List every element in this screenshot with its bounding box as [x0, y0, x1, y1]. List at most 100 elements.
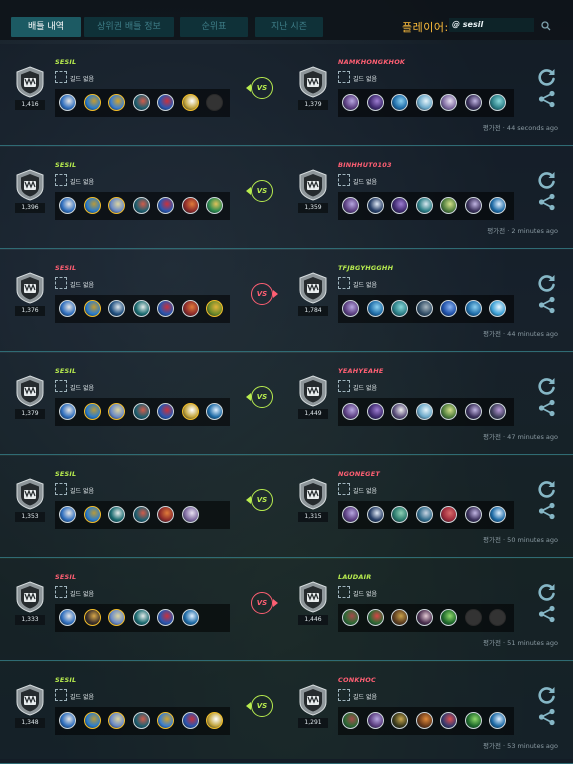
- tab-leaderboard[interactable]: 순위표: [180, 17, 248, 37]
- unit-icon[interactable]: [108, 197, 125, 214]
- unit-icon[interactable]: [206, 712, 223, 729]
- battle-card[interactable]: 1,379 SESIL 길드 없음 VS 1,449 YEAHYEAHE 길드 없음 평가…: [0, 353, 573, 455]
- unit-icon[interactable]: [415, 197, 433, 214]
- unit-icon[interactable]: [108, 403, 125, 420]
- unit-icon[interactable]: [83, 712, 101, 729]
- tab-top-battles[interactable]: 상위권 배틀 정보: [84, 17, 174, 37]
- unit-icon[interactable]: [206, 403, 223, 420]
- unit-icon[interactable]: [366, 94, 384, 111]
- battle-card[interactable]: 1,333 SESIL 길드 없음 VS 1,446 LAUDAIR 길드 없음 평가전 …: [0, 559, 573, 661]
- unit-icon[interactable]: [489, 197, 506, 214]
- unit-icon[interactable]: [181, 300, 199, 317]
- unit-icon[interactable]: [157, 300, 174, 317]
- unit-icon[interactable]: [342, 403, 359, 420]
- unit-icon[interactable]: [391, 300, 408, 317]
- player-name[interactable]: SESIL: [55, 367, 76, 375]
- replay-icon[interactable]: [537, 170, 557, 190]
- unit-icon[interactable]: [440, 712, 457, 729]
- search-icon[interactable]: [538, 18, 554, 34]
- replay-icon[interactable]: [537, 376, 557, 396]
- unit-icon[interactable]: [83, 609, 101, 626]
- player-search-input[interactable]: @ sesil: [449, 18, 534, 32]
- unit-icon[interactable]: [440, 506, 457, 523]
- unit-icon[interactable]: [83, 197, 101, 214]
- unit-icon[interactable]: [59, 712, 76, 729]
- unit-icon[interactable]: [440, 609, 457, 626]
- battle-card[interactable]: 1,348 SESIL 길드 없음 VS 1,291 CONKHOC 길드 없음 평가전 …: [0, 662, 573, 764]
- unit-icon[interactable]: [464, 197, 482, 214]
- unit-icon[interactable]: [59, 506, 76, 523]
- unit-icon[interactable]: [342, 506, 359, 523]
- unit-icon[interactable]: [366, 609, 384, 626]
- empty-slot-icon[interactable]: [489, 609, 506, 626]
- unit-icon[interactable]: [464, 300, 482, 317]
- unit-icon[interactable]: [440, 300, 457, 317]
- battle-card[interactable]: 1,416 SESIL 길드 없음 VS 1,379 NAMKHONGKHOK 길드 없음…: [0, 44, 573, 146]
- opponent-name[interactable]: LAUDAIR: [338, 573, 371, 581]
- share-icon[interactable]: [537, 192, 557, 212]
- unit-icon[interactable]: [489, 403, 506, 420]
- battle-card[interactable]: 1,396 SESIL 길드 없음 VS 1,359 BINHHUT0103 길드 없음 …: [0, 147, 573, 249]
- unit-icon[interactable]: [366, 300, 384, 317]
- replay-icon[interactable]: [537, 67, 557, 87]
- unit-icon[interactable]: [342, 300, 359, 317]
- player-name[interactable]: SESIL: [55, 58, 76, 66]
- unit-icon[interactable]: [181, 197, 199, 214]
- unit-icon[interactable]: [391, 712, 408, 729]
- unit-icon[interactable]: [415, 609, 433, 626]
- unit-icon[interactable]: [415, 712, 433, 729]
- unit-icon[interactable]: [415, 403, 433, 420]
- replay-icon[interactable]: [537, 273, 557, 293]
- opponent-name[interactable]: NAMKHONGKHOK: [338, 58, 405, 66]
- unit-icon[interactable]: [366, 403, 384, 420]
- unit-icon[interactable]: [108, 506, 125, 523]
- empty-slot-icon[interactable]: [464, 609, 482, 626]
- unit-icon[interactable]: [206, 197, 223, 214]
- unit-icon[interactable]: [391, 609, 408, 626]
- unit-icon[interactable]: [489, 712, 506, 729]
- share-icon[interactable]: [537, 707, 557, 727]
- unit-icon[interactable]: [366, 197, 384, 214]
- unit-icon[interactable]: [181, 609, 199, 626]
- tab-battle-history[interactable]: 배틀 내역: [11, 17, 81, 37]
- unit-icon[interactable]: [83, 506, 101, 523]
- unit-icon[interactable]: [157, 506, 174, 523]
- player-name[interactable]: SESIL: [55, 676, 76, 684]
- unit-icon[interactable]: [391, 403, 408, 420]
- unit-icon[interactable]: [108, 712, 125, 729]
- opponent-name[interactable]: NGONEGET: [338, 470, 380, 478]
- unit-icon[interactable]: [464, 94, 482, 111]
- unit-icon[interactable]: [59, 403, 76, 420]
- share-icon[interactable]: [537, 398, 557, 418]
- player-name[interactable]: SESIL: [55, 573, 76, 581]
- unit-icon[interactable]: [157, 197, 174, 214]
- unit-icon[interactable]: [366, 712, 384, 729]
- share-icon[interactable]: [537, 604, 557, 624]
- unit-icon[interactable]: [489, 94, 506, 111]
- unit-icon[interactable]: [489, 506, 506, 523]
- unit-icon[interactable]: [489, 300, 506, 317]
- unit-icon[interactable]: [132, 609, 150, 626]
- unit-icon[interactable]: [59, 94, 76, 111]
- unit-icon[interactable]: [391, 506, 408, 523]
- unit-icon[interactable]: [440, 197, 457, 214]
- unit-icon[interactable]: [83, 300, 101, 317]
- player-name[interactable]: SESIL: [55, 470, 76, 478]
- unit-icon[interactable]: [157, 712, 174, 729]
- unit-icon[interactable]: [132, 712, 150, 729]
- player-name[interactable]: SESIL: [55, 264, 76, 272]
- unit-icon[interactable]: [366, 506, 384, 523]
- unit-icon[interactable]: [157, 94, 174, 111]
- replay-icon[interactable]: [537, 685, 557, 705]
- share-icon[interactable]: [537, 89, 557, 109]
- unit-icon[interactable]: [342, 197, 359, 214]
- unit-icon[interactable]: [440, 94, 457, 111]
- battle-card[interactable]: 1,376 SESIL 길드 없음 VS 1,784 TFJBGYHGGHH 길드 없음 …: [0, 250, 573, 352]
- unit-icon[interactable]: [59, 197, 76, 214]
- unit-icon[interactable]: [391, 94, 408, 111]
- unit-icon[interactable]: [181, 712, 199, 729]
- unit-icon[interactable]: [157, 609, 174, 626]
- unit-icon[interactable]: [83, 94, 101, 111]
- opponent-name[interactable]: BINHHUT0103: [338, 161, 392, 169]
- opponent-name[interactable]: YEAHYEAHE: [338, 367, 383, 375]
